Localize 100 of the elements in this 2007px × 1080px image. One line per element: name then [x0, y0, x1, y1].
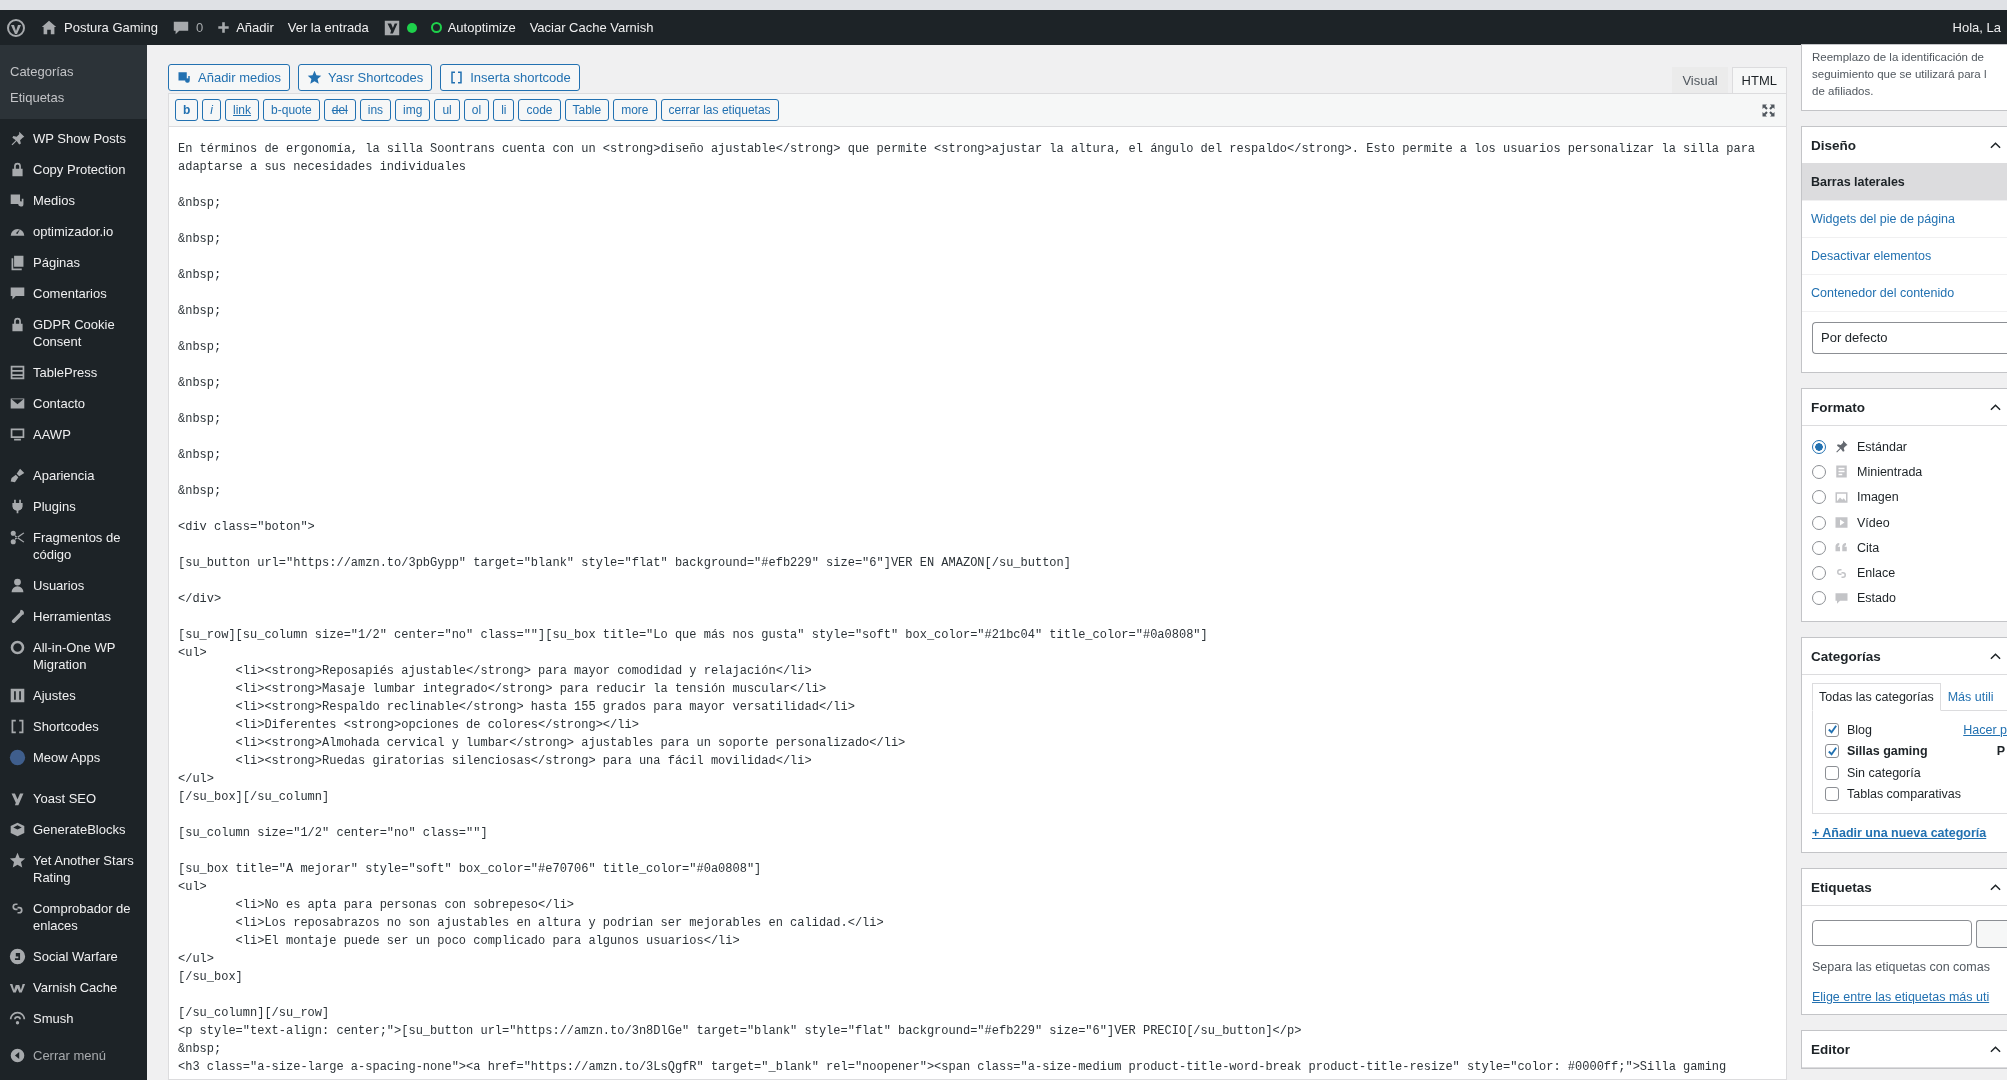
- quicktag-button[interactable]: img: [395, 99, 431, 121]
- tag-input-field[interactable]: [1812, 920, 1972, 947]
- menu-item[interactable]: optimizador.io: [0, 216, 147, 247]
- radio-button[interactable]: [1812, 439, 1826, 454]
- chevron-up-icon[interactable]: [1990, 652, 2001, 661]
- chevron-up-icon[interactable]: [1990, 1045, 2001, 1054]
- chevron-up-icon[interactable]: [1990, 141, 2001, 149]
- arcs-icon: [9, 1010, 26, 1027]
- menu-item[interactable]: Herramientas: [0, 601, 147, 632]
- category-tab[interactable]: Más utili: [1940, 683, 2001, 712]
- radio-button[interactable]: [1812, 515, 1826, 530]
- radio-button[interactable]: [1812, 464, 1826, 479]
- menu-item[interactable]: Yoast SEO: [0, 783, 147, 814]
- chevron-up-icon[interactable]: [1990, 403, 2001, 411]
- menu-item[interactable]: Comprobador de enlaces: [0, 893, 147, 941]
- collapse-menu-button[interactable]: Cerrar menú: [0, 1040, 147, 1071]
- menu-item[interactable]: Medios: [0, 185, 147, 216]
- menu-item[interactable]: GenerateBlocks: [0, 814, 147, 845]
- menu-item[interactable]: Social Warfare: [0, 941, 147, 972]
- menu-item[interactable]: Varnish Cache: [0, 972, 147, 1003]
- radio-button[interactable]: [1812, 540, 1826, 555]
- quicktag-button[interactable]: ol: [463, 99, 490, 121]
- menu-item[interactable]: Plugins: [0, 491, 147, 522]
- menu-item[interactable]: Yet Another Stars Rating: [0, 845, 147, 893]
- panel-title: Editor: [1811, 1041, 1850, 1057]
- star-icon: [9, 852, 26, 869]
- menu-item[interactable]: Usuarios: [0, 570, 147, 601]
- brackets-icon: [449, 70, 465, 85]
- menu-item[interactable]: Contacto: [0, 388, 147, 419]
- menu-item[interactable]: Páginas: [0, 247, 147, 278]
- menu-item[interactable]: Smush: [0, 1003, 147, 1034]
- code-line: <ul>: [178, 879, 208, 896]
- sliders-icon: [9, 687, 26, 704]
- submenu-item[interactable]: Categorías: [0, 59, 147, 85]
- layout-select[interactable]: Por defecto: [1812, 322, 2007, 354]
- checkbox[interactable]: [1825, 744, 1839, 759]
- add-tag-button[interactable]: [1976, 920, 2007, 949]
- quicktag-button[interactable]: cerrar las etiquetas: [660, 99, 779, 121]
- menu-item[interactable]: Apariencia: [0, 460, 147, 491]
- checkbox[interactable]: [1825, 765, 1839, 780]
- menu-item[interactable]: All-in-One WP Migration: [0, 632, 147, 680]
- add-category-link[interactable]: + Añadir una nueva categoría: [1802, 814, 2007, 853]
- editor-mode-tab[interactable]: HTML: [1731, 67, 1787, 93]
- menu-item[interactable]: Ajustes: [0, 680, 147, 711]
- chevron-up-icon[interactable]: [1990, 883, 2001, 892]
- media-button[interactable]: Añadir medios: [168, 64, 291, 91]
- autoptimize-link[interactable]: Autoptimize: [430, 20, 516, 35]
- menu-item[interactable]: GDPR Cookie Consent: [0, 309, 147, 357]
- view-post-link[interactable]: Ver la entrada: [287, 20, 369, 35]
- status-dot: [406, 22, 417, 33]
- submenu-item[interactable]: Etiquetas: [0, 85, 147, 111]
- quicktag-button[interactable]: link: [225, 99, 260, 121]
- quicktag-button[interactable]: ul: [434, 99, 460, 121]
- quicktag-button[interactable]: b: [175, 99, 199, 121]
- code-line: &nbsp;: [178, 267, 223, 284]
- menu-item[interactable]: AAWP: [0, 419, 147, 450]
- quicktag-button[interactable]: more: [613, 99, 657, 121]
- checkbox[interactable]: [1825, 722, 1839, 737]
- choose-tags-link[interactable]: Elige entre las etiquetas más uti: [1802, 974, 2007, 1015]
- layout-section-link[interactable]: Barras laterales: [1802, 164, 2007, 201]
- quicktag-button[interactable]: b-quote: [263, 99, 320, 121]
- quicktag-button[interactable]: i: [202, 99, 221, 121]
- menu-item[interactable]: Comentarios: [0, 278, 147, 309]
- menu-item[interactable]: WP Show Posts: [0, 123, 147, 154]
- media-button[interactable]: Yasr Shortcodes: [298, 64, 433, 91]
- editor-mode-tab[interactable]: Visual: [1672, 67, 1728, 93]
- add-new-link[interactable]: Añadir: [217, 20, 274, 35]
- comments-link[interactable]: 0: [171, 18, 204, 37]
- quicktag-button[interactable]: del: [323, 99, 356, 121]
- media-button[interactable]: Inserta shortcode: [440, 64, 580, 91]
- quicktag-button[interactable]: ins: [359, 99, 392, 121]
- clear-cache-link[interactable]: Vaciar Cache Varnish: [529, 20, 654, 35]
- quicktag-button[interactable]: li: [493, 99, 515, 121]
- checkbox[interactable]: [1825, 787, 1839, 802]
- code-line: &nbsp;: [178, 411, 223, 428]
- seo-menu[interactable]: [382, 18, 417, 37]
- layout-section-link[interactable]: Widgets del pie de página: [1802, 201, 2007, 238]
- y-shape-icon: [382, 18, 401, 37]
- radio-button[interactable]: [1812, 566, 1826, 581]
- menu-item[interactable]: Meow Apps: [0, 742, 147, 773]
- menu-item[interactable]: TablePress: [0, 357, 147, 388]
- code-line: <li><strong>Reposapiés ajustable</strong> para mayor comodidad y relajación</li>: [234, 663, 813, 680]
- y-shape-icon: [9, 790, 26, 807]
- media-icon: [177, 70, 192, 85]
- layout-section-link[interactable]: Desactivar elementos: [1802, 238, 2007, 275]
- make-primary-link[interactable]: Hacer p: [1963, 722, 2007, 737]
- menu-item[interactable]: Shortcodes: [0, 711, 147, 742]
- quicktag-button[interactable]: code: [518, 99, 561, 121]
- radio-label: Cita: [1857, 540, 1880, 555]
- help-text: Reemplazo de la identificación de seguimiento que se utilizará para l de afiliados.: [1812, 50, 1988, 99]
- fullscreen-icon[interactable]: [1761, 102, 1776, 118]
- quicktag-button[interactable]: Table: [564, 99, 610, 121]
- category-tab[interactable]: Todas las categorías: [1812, 683, 1941, 712]
- greeting-link[interactable]: Hola, La: [1952, 20, 2001, 35]
- site-name-link[interactable]: Postura Gaming: [40, 18, 158, 37]
- layout-section-link[interactable]: Contenedor del contenido: [1802, 275, 2007, 312]
- menu-item[interactable]: Fragmentos de código: [0, 522, 147, 570]
- menu-item[interactable]: Copy Protection: [0, 154, 147, 185]
- radio-button[interactable]: [1812, 490, 1826, 505]
- radio-button[interactable]: [1812, 591, 1826, 606]
